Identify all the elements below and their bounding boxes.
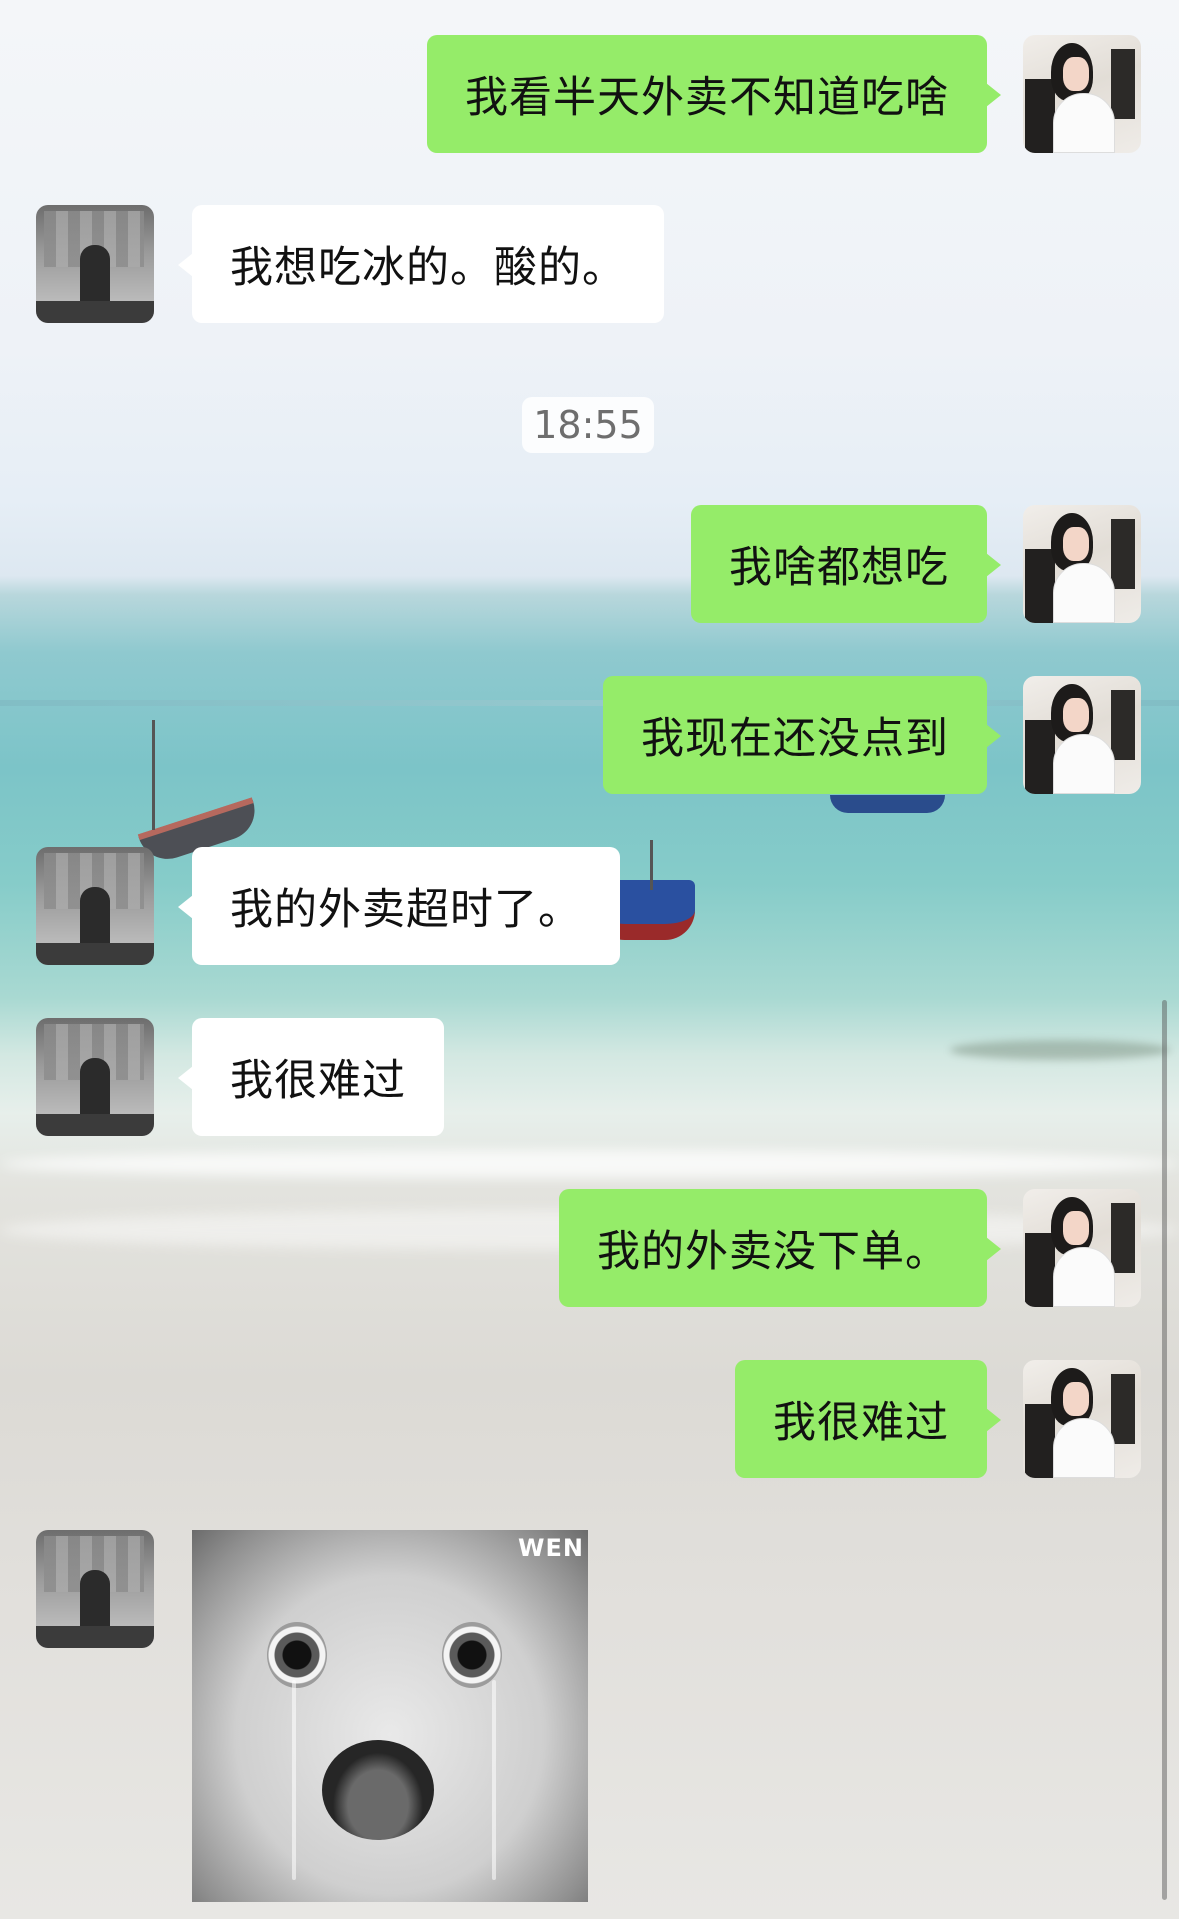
message-row-me: 我看半天外卖不知道吃啥: [0, 35, 1179, 153]
my-avatar[interactable]: [1023, 676, 1141, 794]
scrollbar[interactable]: [1162, 1000, 1167, 1900]
background-boat: [830, 795, 945, 813]
contact-avatar[interactable]: [36, 847, 154, 965]
message-bubble-me[interactable]: 我的外卖没下单。: [559, 1189, 1001, 1307]
message-bubble-peer[interactable]: 我想吃冰的。酸的。: [178, 205, 664, 323]
message-row-me: 我现在还没点到: [0, 676, 1179, 794]
message-text: 我啥都想吃: [729, 543, 949, 593]
message-row-me: 我啥都想吃: [0, 505, 1179, 623]
message-row-me: 我很难过: [0, 1360, 1179, 1478]
sticker-eye: [267, 1622, 327, 1688]
my-avatar[interactable]: [1023, 35, 1141, 153]
message-row-peer: 我想吃冰的。酸的。: [0, 205, 1179, 323]
message-bubble-me[interactable]: 我啥都想吃: [691, 505, 1001, 623]
message-text: 我看半天外卖不知道吃啥: [465, 73, 949, 123]
message-bubble-peer[interactable]: 我的外卖超时了。: [178, 847, 620, 965]
message-text: 我现在还没点到: [641, 714, 949, 764]
message-text: 我很难过: [230, 1056, 406, 1106]
message-row-me: 我的外卖没下单。: [0, 1189, 1179, 1307]
message-text: 我的外卖没下单。: [597, 1227, 949, 1277]
message-text: 我想吃冰的。酸的。: [230, 243, 626, 293]
sticker-mouth: [322, 1740, 434, 1840]
sticker-eye: [442, 1622, 502, 1688]
message-text: 我很难过: [773, 1398, 949, 1448]
my-avatar[interactable]: [1023, 1189, 1141, 1307]
my-avatar[interactable]: [1023, 505, 1141, 623]
message-row-peer: [0, 1530, 1179, 1648]
my-avatar[interactable]: [1023, 1360, 1141, 1478]
background-wave: [0, 1150, 1179, 1178]
sticker-tear: [292, 1680, 296, 1880]
message-row-peer: 我的外卖超时了。: [0, 847, 1179, 965]
message-row-peer: 我很难过: [0, 1018, 1179, 1136]
sticker-tear: [492, 1680, 496, 1880]
message-text: 我的外卖超时了。: [230, 885, 582, 935]
message-timestamp: 18:55: [522, 397, 654, 453]
message-bubble-me[interactable]: 我现在还没点到: [603, 676, 1001, 794]
contact-avatar[interactable]: [36, 205, 154, 323]
contact-avatar[interactable]: [36, 1530, 154, 1648]
message-bubble-me[interactable]: 我看半天外卖不知道吃啥: [427, 35, 1001, 153]
contact-avatar[interactable]: [36, 1018, 154, 1136]
message-bubble-peer[interactable]: 我很难过: [178, 1018, 444, 1136]
crying-ghost-sticker[interactable]: WEN: [192, 1530, 588, 1902]
message-bubble-me[interactable]: 我很难过: [735, 1360, 1001, 1478]
sticker-watermark: WEN: [518, 1534, 584, 1562]
